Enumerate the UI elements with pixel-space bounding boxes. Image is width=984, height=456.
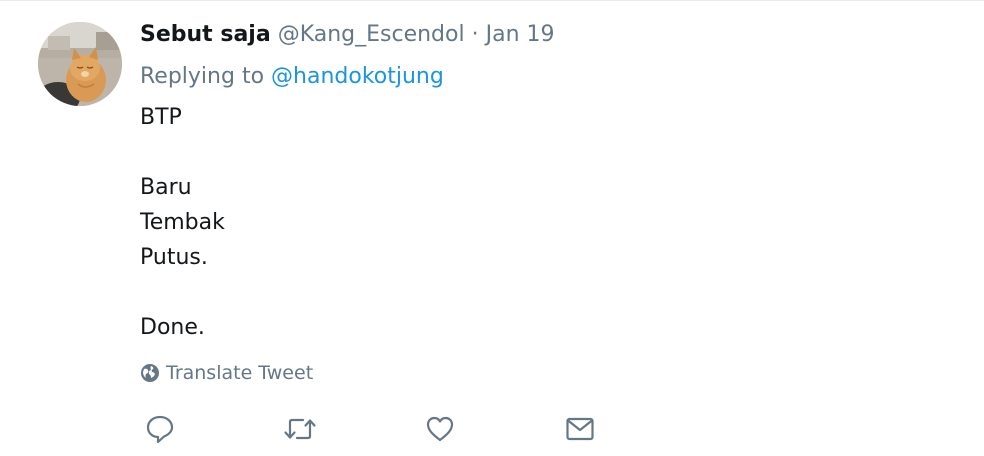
reply-icon	[146, 415, 174, 444]
tweet-text-line: Done.	[140, 315, 205, 340]
direct-message-button[interactable]	[565, 413, 595, 445]
replying-to-label: Replying to	[140, 64, 265, 89]
envelope-icon	[566, 417, 594, 441]
author-fullname[interactable]: Sebut saja	[140, 22, 271, 47]
tweet-text-line: Tembak	[140, 210, 225, 235]
replying-to: Replying to @handokotjung	[140, 60, 960, 94]
tweet-text-line: Putus.	[140, 245, 208, 270]
tweet-text-line: Baru	[140, 175, 192, 200]
replying-to-link[interactable]: @handokotjung	[271, 64, 444, 89]
translate-tweet-button[interactable]: Translate Tweet	[140, 358, 313, 388]
like-button[interactable]	[425, 413, 455, 445]
tweet-divider	[0, 0, 984, 1]
tweet-timestamp[interactable]: Jan 19	[486, 22, 555, 47]
avatar-photo	[38, 22, 122, 106]
tweet-header: Sebut saja @Kang_Escendol · Jan 19	[140, 18, 960, 52]
globe-icon	[140, 362, 160, 382]
tweet-text-line: BTP	[140, 105, 182, 130]
tweet-text-line	[140, 275, 960, 310]
tweet-content: Sebut saja @Kang_Escendol · Jan 19 Reply…	[140, 18, 960, 444]
translate-tweet-label: Translate Tweet	[166, 362, 314, 384]
tweet-text-line	[140, 135, 960, 170]
heart-icon	[426, 416, 454, 442]
author-username[interactable]: @Kang_Escendol	[278, 22, 465, 47]
retweet-button[interactable]	[283, 413, 317, 445]
retweet-icon	[284, 418, 316, 440]
header-separator: ·	[471, 22, 479, 47]
tweet-text: BTP Baru Tembak Putus. Done.	[140, 100, 960, 345]
reply-button[interactable]	[145, 413, 175, 445]
avatar[interactable]	[38, 22, 122, 106]
